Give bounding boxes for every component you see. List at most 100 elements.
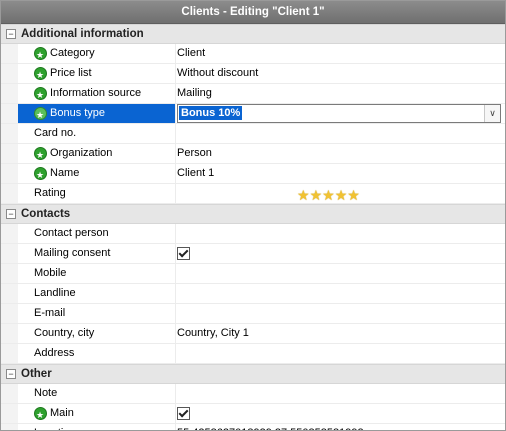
property-value-cell[interactable]: Without discount <box>177 64 505 83</box>
property-value-cell[interactable] <box>177 124 505 143</box>
section-title: Contacts <box>21 208 71 220</box>
property-row-card-no[interactable]: Card no. <box>1 124 505 144</box>
property-row-mobile[interactable]: Mobile <box>1 264 505 284</box>
checkbox-checked[interactable] <box>177 407 190 420</box>
property-row-rating[interactable]: Rating ★★★★★ <box>1 184 505 204</box>
star-icon[interactable]: ★ <box>335 187 348 203</box>
property-name-cell[interactable]: Information source <box>18 84 176 103</box>
property-row-category[interactable]: Category Client <box>1 44 505 64</box>
property-name-cell[interactable]: Name <box>18 164 176 183</box>
property-row-location[interactable]: Location 55.4258627018939,37.550858581992 <box>1 424 505 430</box>
property-value: Person <box>177 147 212 159</box>
checkbox-checked[interactable] <box>177 247 190 260</box>
property-value-cell[interactable] <box>177 304 505 323</box>
section-header-contacts[interactable]: − Contacts <box>1 204 505 224</box>
collapse-icon[interactable]: − <box>6 209 16 219</box>
property-name-cell[interactable]: E-mail <box>18 304 176 323</box>
property-name-cell[interactable]: Address <box>18 344 176 363</box>
property-value: Mailing <box>177 87 212 99</box>
property-value-cell[interactable] <box>177 404 505 423</box>
star-icon[interactable]: ★ <box>297 187 310 203</box>
row-gutter <box>1 184 18 203</box>
property-label: Information source <box>50 87 142 99</box>
property-value-cell[interactable]: 55.4258627018939,37.550858581992 <box>177 424 505 430</box>
row-gutter <box>1 324 18 343</box>
property-label: Note <box>34 387 58 399</box>
property-name-cell[interactable]: Organization <box>18 144 176 163</box>
property-row-price-list[interactable]: Price list Without discount <box>1 64 505 84</box>
property-row-main[interactable]: Main <box>1 404 505 424</box>
editor-window: Clients - Editing "Client 1" − Additional… <box>0 0 506 431</box>
section-header-additional-information[interactable]: − Additional information <box>1 24 505 44</box>
bonus-type-dropdown[interactable]: Bonus 10% ∨ <box>177 104 501 123</box>
property-value-cell[interactable]: Country, City 1 <box>177 324 505 343</box>
property-value-cell[interactable]: Mailing <box>177 84 505 103</box>
property-value-cell[interactable] <box>177 344 505 363</box>
property-value-cell[interactable]: ★★★★★ <box>177 184 505 203</box>
property-grid: −Additional information Category ClientPri… <box>1 24 505 430</box>
property-value-cell[interactable]: Person <box>177 144 505 163</box>
property-row-e-mail[interactable]: E-mail <box>1 304 505 324</box>
collapse-icon[interactable]: − <box>6 29 16 39</box>
row-gutter <box>1 424 18 430</box>
property-name-cell[interactable]: Note <box>18 384 176 403</box>
property-value-cell[interactable]: Client 1 <box>177 164 505 183</box>
property-row-mailing-consent[interactable]: Mailing consent <box>1 244 505 264</box>
property-row-name[interactable]: Name Client 1 <box>1 164 505 184</box>
row-gutter <box>1 344 18 363</box>
star-badge-icon <box>34 146 47 163</box>
property-name-cell[interactable]: Mobile <box>18 264 176 283</box>
property-label: Location <box>34 424 76 430</box>
property-value-cell[interactable] <box>177 264 505 283</box>
property-name-cell[interactable]: Category <box>18 44 176 63</box>
property-label: Bonus type <box>50 107 106 119</box>
row-gutter <box>1 124 18 143</box>
property-value-cell[interactable] <box>177 244 505 263</box>
property-name-cell[interactable]: Card no. <box>18 124 176 143</box>
property-value-cell[interactable] <box>177 284 505 303</box>
row-gutter <box>1 164 18 183</box>
property-value: Without discount <box>177 67 259 79</box>
property-name-cell[interactable]: Price list <box>18 64 176 83</box>
property-value: 55.4258627018939,37.550858581992 <box>177 427 364 430</box>
star-icon[interactable]: ★ <box>347 187 360 203</box>
star-icon[interactable]: ★ <box>322 187 335 203</box>
property-name-cell[interactable]: Rating <box>18 184 176 203</box>
dropdown-selected-value[interactable]: Bonus 10% <box>179 106 243 120</box>
property-label: Contact person <box>34 227 109 239</box>
property-value-cell[interactable]: Client <box>177 44 505 63</box>
property-name-cell[interactable]: Contact person <box>18 224 176 243</box>
row-gutter <box>1 244 18 263</box>
property-value-cell[interactable] <box>177 384 505 403</box>
property-value-cell[interactable] <box>177 224 505 243</box>
property-row-contact-person[interactable]: Contact person <box>1 224 505 244</box>
property-name-cell[interactable]: Landline <box>18 284 176 303</box>
property-name-cell[interactable]: Mailing consent <box>18 244 176 263</box>
property-row-address[interactable]: Address <box>1 344 505 364</box>
property-label: Card no. <box>34 127 77 139</box>
property-row-information-source[interactable]: Information source Mailing <box>1 84 505 104</box>
property-name-cell[interactable]: Location <box>18 424 176 430</box>
window-title: Clients - Editing "Client 1" <box>1 1 505 24</box>
property-name-cell[interactable]: Bonus type <box>18 104 176 123</box>
rating-stars[interactable]: ★★★★★ <box>297 186 360 205</box>
property-row-bonus-type[interactable]: Bonus type Bonus 10% ∨ <box>1 104 505 124</box>
property-name-cell[interactable]: Country, city <box>18 324 176 343</box>
section-title: Other <box>21 368 52 380</box>
property-row-landline[interactable]: Landline <box>1 284 505 304</box>
chevron-down-icon[interactable]: ∨ <box>484 105 500 122</box>
property-row-note[interactable]: Note <box>1 384 505 404</box>
property-label: Country, city <box>34 327 95 339</box>
row-gutter <box>1 44 18 63</box>
property-label: E-mail <box>34 307 66 319</box>
property-label: Category <box>50 47 95 59</box>
property-name-cell[interactable]: Main <box>18 404 176 423</box>
collapse-icon[interactable]: − <box>6 369 16 379</box>
property-row-country-city[interactable]: Country, city Country, City 1 <box>1 324 505 344</box>
section-header-other[interactable]: − Other <box>1 364 505 384</box>
row-gutter <box>1 144 18 163</box>
property-value-cell[interactable]: Bonus 10% ∨ <box>177 104 505 123</box>
property-label: Organization <box>50 147 113 159</box>
property-row-organization[interactable]: Organization Person <box>1 144 505 164</box>
star-icon[interactable]: ★ <box>310 187 323 203</box>
